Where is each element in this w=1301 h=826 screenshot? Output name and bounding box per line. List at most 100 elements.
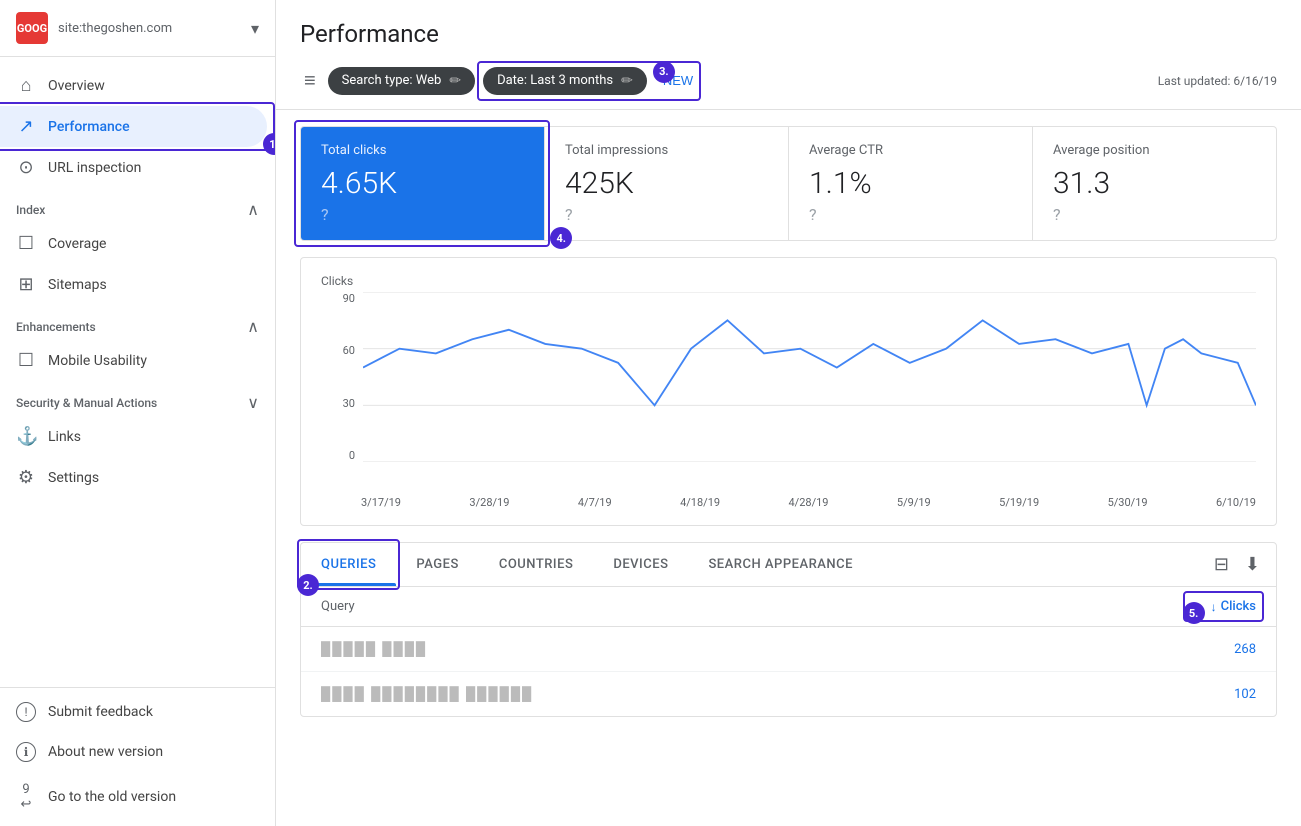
tab-queries-label: QUERIES <box>321 557 376 572</box>
settings-icon: ⚙ <box>16 467 36 488</box>
metric-value-impressions: 425K <box>565 166 768 201</box>
tabs-toolbar: ⊟ ⬇ <box>1198 543 1276 586</box>
sidebar-label-overview: Overview <box>48 78 251 94</box>
search-type-edit-icon: ✏ <box>449 73 461 89</box>
tab-pages[interactable]: PAGES <box>396 543 478 586</box>
filter-icon[interactable]: ≡ <box>300 64 320 97</box>
table-header: Query ↓ Clicks 5. <box>301 587 1276 627</box>
metric-help-position: ? <box>1053 205 1256 224</box>
enhancements-chevron-icon[interactable]: ∧ <box>247 317 259 336</box>
site-chevron-icon[interactable]: ▾ <box>251 19 259 38</box>
tabs-section: QUERIES 2. PAGES COUNTRIES DEVICES SEARC… <box>300 542 1277 717</box>
queries-tab-wrapper: QUERIES 2. <box>301 543 396 586</box>
chart-svg <box>363 292 1256 462</box>
old-version-icon: 9 ↩ <box>16 782 36 812</box>
sidebar-item-sitemaps[interactable]: ⊞ Sitemaps <box>0 264 267 305</box>
sidebar-item-settings[interactable]: ⚙ Settings <box>0 457 267 498</box>
x-label-7: 5/30/19 <box>1108 496 1148 509</box>
sidebar-item-about[interactable]: ℹ About new version <box>0 732 275 772</box>
sidebar-item-feedback[interactable]: ! Submit feedback <box>0 692 275 732</box>
chart-area: 90 60 30 0 <box>321 292 1256 492</box>
table-row[interactable]: ████ ████████ ██████ 102 <box>301 672 1276 716</box>
x-label-4: 4/28/19 <box>789 496 829 509</box>
sidebar-item-url-inspection[interactable]: ⊙ URL inspection <box>0 147 267 188</box>
x-label-5: 5/9/19 <box>897 496 931 509</box>
tab-pages-label: PAGES <box>416 557 458 572</box>
sidebar-label-url-inspection: URL inspection <box>48 160 251 176</box>
y-axis-labels: 90 60 30 0 <box>321 292 361 462</box>
links-icon: ⚓ <box>16 426 36 447</box>
annotation-1-number: 1. <box>263 133 275 155</box>
sidebar-label-settings: Settings <box>48 470 251 486</box>
metric-value-ctr: 1.1% <box>809 166 1012 201</box>
sidebar-item-mobile-usability[interactable]: ☐ Mobile Usability <box>0 340 267 381</box>
table-row-value-0: 268 <box>1234 642 1256 657</box>
sidebar-label-mobile-usability: Mobile Usability <box>48 353 251 369</box>
sidebar-footer: ! Submit feedback ℹ About new version 9 … <box>0 687 275 826</box>
tab-search-appearance-label: SEARCH APPEARANCE <box>708 557 853 572</box>
x-label-1: 3/28/19 <box>469 496 509 509</box>
sidebar-label-performance: Performance <box>48 119 251 135</box>
performance-icon: ↗ <box>16 116 36 137</box>
metric-total-impressions[interactable]: Total impressions 425K ? <box>545 127 789 240</box>
sidebar-header[interactable]: GOOG site:thegoshen.com ▾ <box>0 0 275 57</box>
info-icon: ℹ <box>16 742 36 762</box>
metric-title-position: Average position <box>1053 143 1256 158</box>
table-row-value-1: 102 <box>1234 687 1256 702</box>
download-icon[interactable]: ⬇ <box>1241 550 1264 579</box>
metrics-row: Total clicks 4.65K ? Total impressions 4… <box>300 126 1277 241</box>
tab-search-appearance[interactable]: SEARCH APPEARANCE <box>688 543 873 586</box>
metric-help-ctr: ? <box>809 205 1012 224</box>
site-name: site:thegoshen.com <box>58 21 241 36</box>
metric-average-ctr[interactable]: Average CTR 1.1% ? <box>789 127 1033 240</box>
search-icon: ⊙ <box>16 157 36 178</box>
tab-countries[interactable]: COUNTRIES <box>479 543 594 586</box>
new-button[interactable]: NEW <box>655 67 701 94</box>
sidebar-label-feedback: Submit feedback <box>48 704 259 720</box>
index-chevron-icon[interactable]: ∧ <box>247 200 259 219</box>
x-label-2: 4/7/19 <box>578 496 612 509</box>
x-label-8: 6/10/19 <box>1216 496 1256 509</box>
logo-box: GOOG <box>16 12 48 44</box>
home-icon: ⌂ <box>16 75 36 96</box>
metric-help-impressions: ? <box>565 205 768 224</box>
date-chip[interactable]: Date: Last 3 months ✏ <box>483 67 647 95</box>
sidebar-label-coverage: Coverage <box>48 236 251 252</box>
sidebar-label-about: About new version <box>48 744 259 760</box>
sidebar-item-overview[interactable]: ⌂ Overview <box>0 65 267 106</box>
date-chip-wrapper: Date: Last 3 months ✏ 3. <box>483 67 647 95</box>
tabs-header: QUERIES 2. PAGES COUNTRIES DEVICES SEARC… <box>301 543 1276 587</box>
sidebar-label-sitemaps: Sitemaps <box>48 277 251 293</box>
metric-value-clicks: 4.65K <box>321 166 524 201</box>
metric-total-clicks[interactable]: Total clicks 4.65K ? <box>301 127 545 240</box>
chart-container: Clicks 90 60 30 0 <box>300 257 1277 526</box>
main-header: Performance ≡ Search type: Web ✏ Date: L… <box>276 0 1301 110</box>
security-chevron-icon[interactable]: ∨ <box>247 393 259 412</box>
clicks-header-label: Clicks <box>1221 599 1256 614</box>
filter-toolbar-icon[interactable]: ⊟ <box>1210 550 1233 579</box>
table-row[interactable]: █████ ████ 268 <box>301 627 1276 672</box>
y-label-90: 90 <box>343 292 355 305</box>
enhancements-section: Enhancements ∧ <box>0 305 275 340</box>
metric-title-clicks: Total clicks <box>321 143 524 158</box>
mobile-icon: ☐ <box>16 350 36 371</box>
sidebar-item-old-version[interactable]: 9 ↩ Go to the old version <box>0 772 275 822</box>
metric-average-position[interactable]: Average position 31.3 ? <box>1033 127 1276 240</box>
x-label-6: 5/19/19 <box>999 496 1039 509</box>
logo-text: GOOG <box>17 22 47 35</box>
search-type-chip[interactable]: Search type: Web ✏ <box>328 67 475 95</box>
sidebar-item-links[interactable]: ⚓ Links <box>0 416 267 457</box>
search-type-label: Search type: Web <box>342 73 442 88</box>
sidebar: GOOG site:thegoshen.com ▾ ⌂ Overview ↗ P… <box>0 0 276 826</box>
y-label-0: 0 <box>349 449 355 462</box>
sidebar-item-coverage[interactable]: ☐ Coverage <box>0 223 267 264</box>
tab-devices[interactable]: DEVICES <box>593 543 688 586</box>
date-edit-icon: ✏ <box>621 73 633 89</box>
tab-queries[interactable]: QUERIES <box>301 543 396 586</box>
main-content: Performance ≡ Search type: Web ✏ Date: L… <box>276 0 1301 826</box>
sidebar-item-performance[interactable]: ↗ Performance 1. <box>0 106 267 147</box>
metrics-wrapper: Total clicks 4.65K ? Total impressions 4… <box>300 126 1277 241</box>
table-header-clicks[interactable]: ↓ Clicks <box>1211 599 1256 614</box>
sitemaps-icon: ⊞ <box>16 274 36 295</box>
page-title: Performance <box>300 20 1277 48</box>
